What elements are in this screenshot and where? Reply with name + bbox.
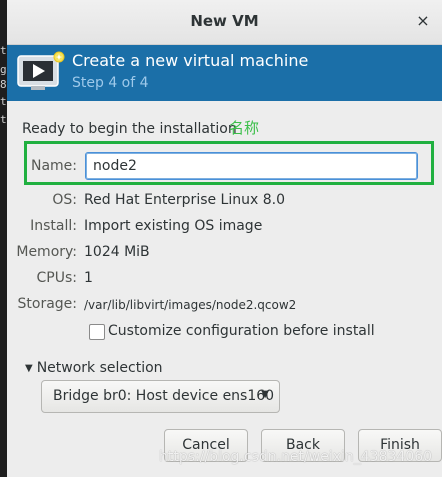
storage-label: Storage: [17,296,78,312]
window-title: New VM [190,12,259,30]
close-icon[interactable]: × [414,12,432,30]
os-label: OS: [52,192,77,208]
terminal-glyph: g [0,63,7,76]
ready-heading: Ready to begin the installation [22,121,237,137]
network-selection-label: Network selection [36,360,163,376]
network-selection-expander[interactable]: ▼ Network selection [25,360,163,376]
memory-label: Memory: [16,244,77,260]
name-annotation: 名称 [229,119,260,137]
new-vm-dialog: New VM × Create a new virtual machine St… [7,0,442,477]
install-label: Install: [30,218,77,234]
expander-down-icon: ▼ [25,363,33,374]
terminal-glyph: t [0,44,7,57]
install-value: Import existing OS image [84,218,263,234]
vm-monitor-icon [17,51,65,90]
network-source-dropdown[interactable]: Bridge br0: Host device ens160 ▼ [41,380,280,413]
terminal-glyph: 8 [0,78,7,91]
watermark: https://blog.csdn.net/weixin_43834060 [159,449,433,465]
banner-title: Create a new virtual machine [72,51,309,70]
terminal-glyph: t [0,95,7,108]
customize-checkbox[interactable] [89,324,105,340]
wizard-banner: Create a new virtual machine Step 4 of 4 [7,45,442,101]
terminal-glyph: t [0,113,7,126]
summary-panel: Ready to begin the installation 名称 Name:… [7,101,442,477]
titlebar[interactable]: New VM × [7,0,442,45]
network-source-value: Bridge br0: Host device ens160 [53,388,275,404]
memory-value: 1024 MiB [84,244,150,260]
os-value: Red Hat Enterprise Linux 8.0 [84,192,285,208]
customize-label[interactable]: Customize configuration before install [108,323,375,339]
name-input[interactable] [85,152,418,180]
cpus-label: CPUs: [36,270,77,286]
dropdown-arrow-icon: ▼ [261,389,269,400]
cpus-value: 1 [84,270,93,286]
banner-step: Step 4 of 4 [72,75,149,91]
storage-value: /var/lib/libvirt/images/node2.qcow2 [84,298,297,312]
name-label: Name: [30,158,77,174]
